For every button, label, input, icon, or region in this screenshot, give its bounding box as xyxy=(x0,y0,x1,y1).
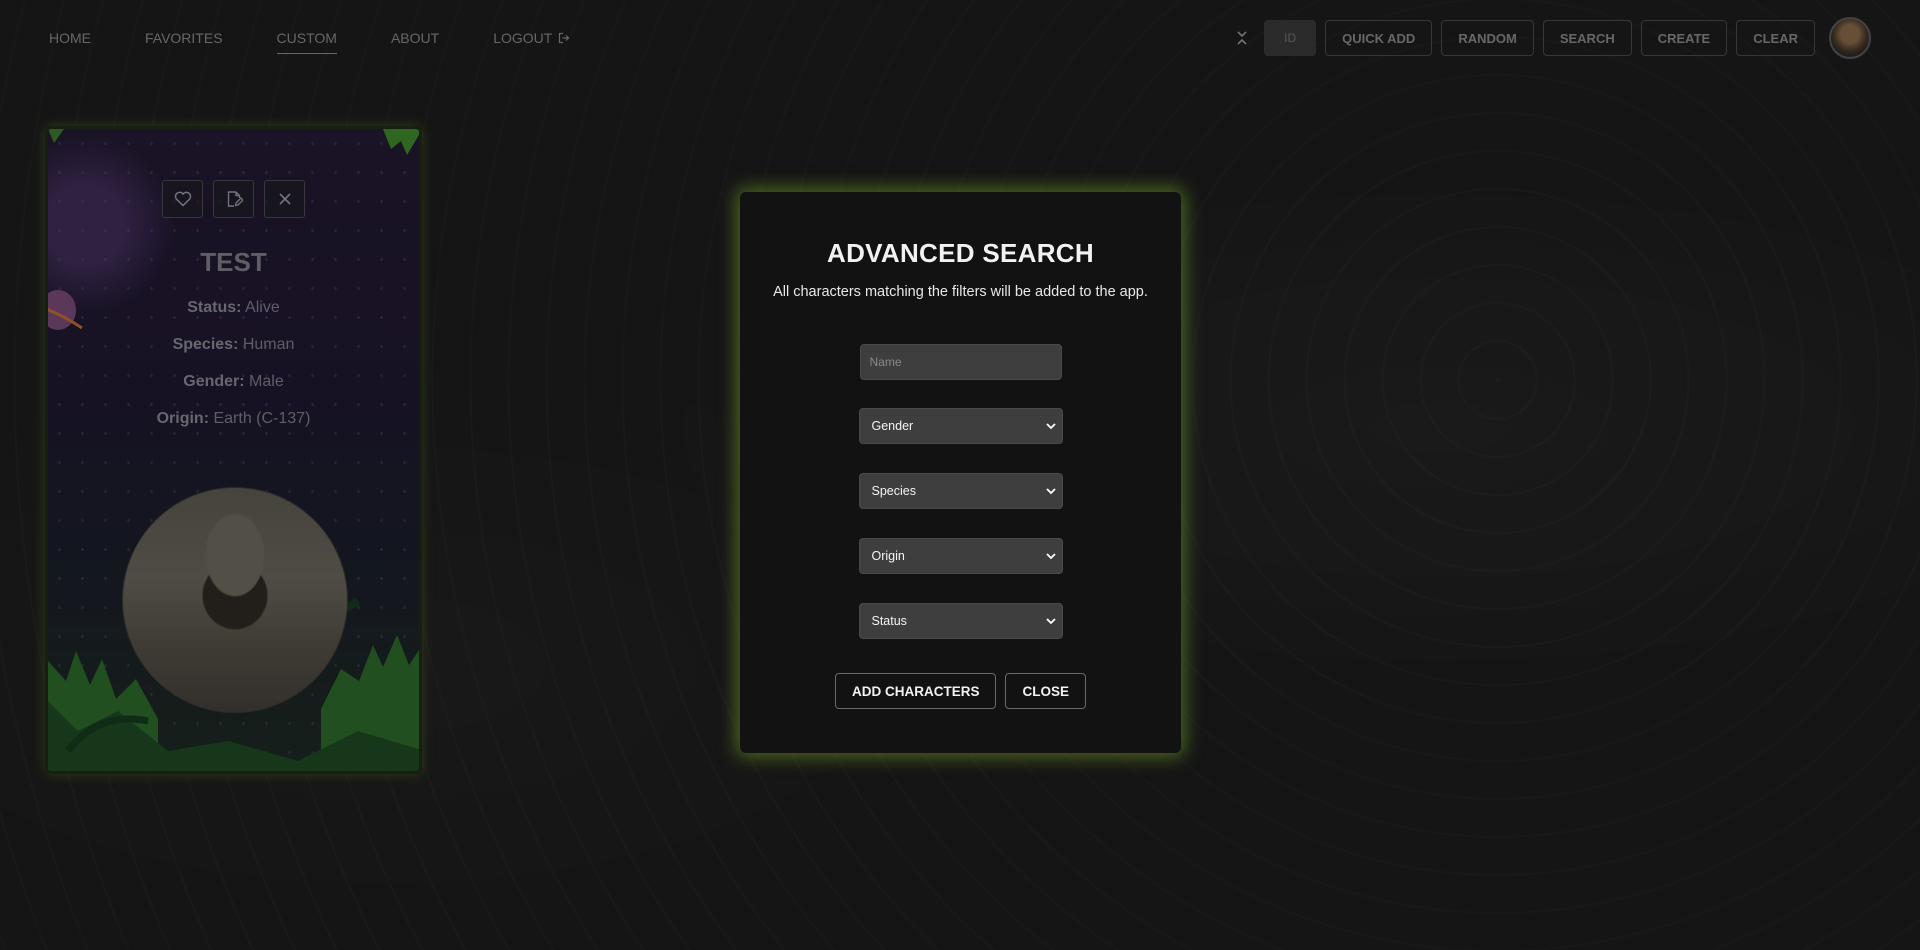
name-input[interactable] xyxy=(859,344,1062,380)
chevron-down-icon xyxy=(1045,553,1056,560)
gender-select[interactable]: Gender xyxy=(858,408,1063,444)
species-select[interactable]: Species xyxy=(858,473,1063,509)
search-form: Gender Species Origin Status ADD CHARACT… xyxy=(740,344,1181,709)
modal-title: ADVANCED SEARCH xyxy=(827,238,1094,268)
origin-select-value: Origin xyxy=(871,549,905,563)
modal-subtitle: All characters matching the filters will… xyxy=(773,284,1148,300)
species-select-value: Species xyxy=(871,484,916,498)
advanced-search-modal: ADVANCED SEARCH All characters matching … xyxy=(740,192,1181,753)
chevron-down-icon xyxy=(1045,423,1056,430)
gender-select-value: Gender xyxy=(871,419,914,433)
status-select-value: Status xyxy=(871,614,907,628)
add-characters-button[interactable]: ADD CHARACTERS xyxy=(834,673,997,709)
close-button[interactable]: CLOSE xyxy=(1005,673,1086,709)
modal-buttons: ADD CHARACTERS CLOSE xyxy=(834,673,1086,709)
chevron-down-icon xyxy=(1045,618,1056,625)
status-select[interactable]: Status xyxy=(858,603,1063,639)
chevron-down-icon xyxy=(1045,488,1056,495)
origin-select[interactable]: Origin xyxy=(858,538,1063,574)
